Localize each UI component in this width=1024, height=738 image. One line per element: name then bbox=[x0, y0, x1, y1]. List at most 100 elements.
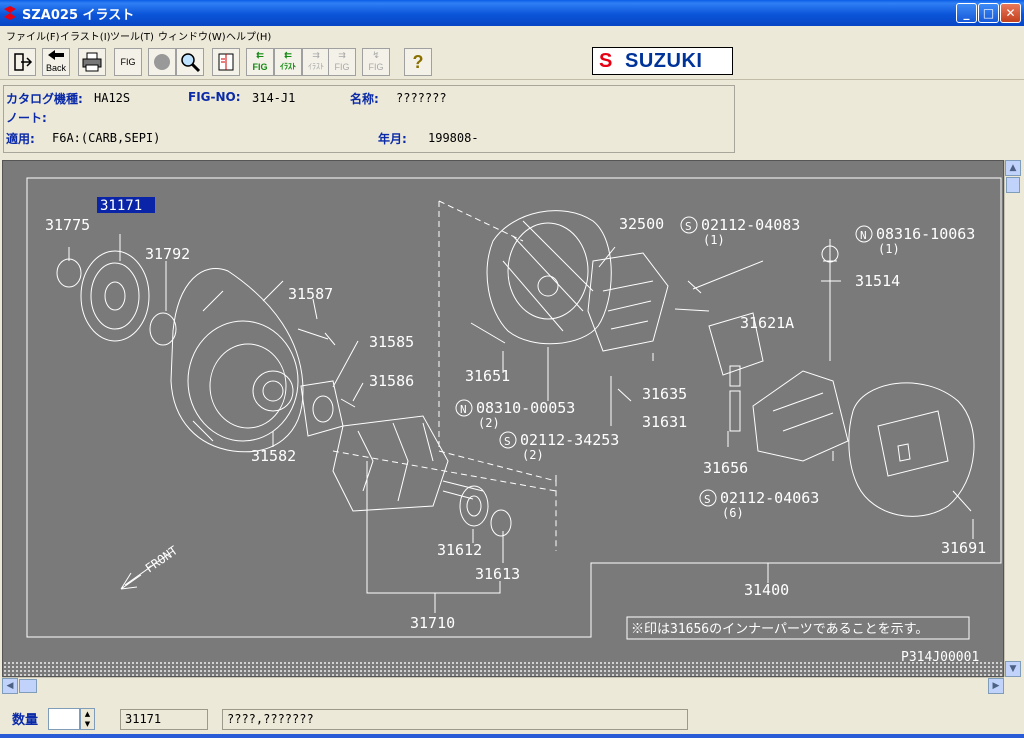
part-name-field: ????,??????? bbox=[222, 709, 688, 730]
part-31656-label[interactable]: 31656 bbox=[703, 459, 748, 477]
bolt-02112-34253 bbox=[617, 388, 632, 402]
fig-next-label: FIG bbox=[334, 62, 350, 72]
quantity-input[interactable] bbox=[48, 708, 80, 730]
print-button[interactable] bbox=[78, 48, 106, 76]
bolt-2-qty: (1) bbox=[878, 242, 900, 256]
fig-prev-label: FIG bbox=[252, 62, 268, 72]
date-value: 199808- bbox=[428, 131, 479, 145]
menu-help[interactable]: ヘルプ(H) bbox=[226, 28, 271, 43]
part-31613-label[interactable]: 31613 bbox=[475, 565, 520, 583]
s-mark-icon: S bbox=[685, 220, 692, 233]
spin-up-icon[interactable]: ▲ bbox=[81, 709, 94, 719]
zoom-button[interactable] bbox=[176, 48, 204, 76]
part-31691-label[interactable]: 31691 bbox=[941, 539, 986, 557]
bolt-2-label[interactable]: 08316-10063 bbox=[876, 225, 975, 243]
horizontal-scroll-thumb[interactable] bbox=[19, 679, 37, 693]
n-mark-icon: N bbox=[860, 229, 867, 242]
part-31775-label[interactable]: 31775 bbox=[45, 216, 90, 234]
scroll-down-button[interactable]: ▼ bbox=[1005, 661, 1021, 677]
fig-next-button[interactable]: ⇉ FIG bbox=[328, 48, 356, 76]
quantity-label: 数量 bbox=[12, 713, 39, 728]
catalog-value: HA12S bbox=[94, 91, 131, 105]
front-housing-drawing bbox=[170, 268, 304, 453]
part-number-field: 31171 bbox=[120, 709, 208, 730]
illust-next-label: ｲﾗｽﾄ bbox=[308, 62, 324, 71]
menu-file[interactable]: ファイル(F) bbox=[6, 28, 60, 43]
fig-jump-label: FIG bbox=[368, 62, 384, 72]
s-mark-icon: S bbox=[704, 493, 711, 506]
scroll-up-button[interactable]: ▲ bbox=[1005, 160, 1021, 176]
horizontal-scrollbar[interactable]: ◀ ▶ bbox=[2, 677, 1004, 694]
back-arrow-icon bbox=[48, 50, 64, 60]
catalog-info-panel: カタログ機種: HA12S FIG-NO: 314-J1 名称: ???????… bbox=[3, 85, 735, 153]
regulator-32500 bbox=[587, 252, 669, 352]
part-31585-label[interactable]: 31585 bbox=[369, 333, 414, 351]
quantity-stepper[interactable]: ▲ ▼ bbox=[80, 708, 95, 730]
scroll-right-button[interactable]: ▶ bbox=[988, 678, 1004, 694]
menu-illust[interactable]: イラスト(I) bbox=[60, 28, 111, 43]
right-arrow-icon: ⇉ bbox=[312, 50, 320, 60]
fig-button[interactable]: FIG bbox=[114, 48, 142, 76]
scroll-left-button[interactable]: ◀ bbox=[2, 678, 18, 694]
part-31582-label[interactable]: 31582 bbox=[251, 447, 296, 465]
part-31710-label[interactable]: 31710 bbox=[410, 614, 455, 632]
vertical-scrollbar[interactable]: ▲ ▼ bbox=[1004, 160, 1021, 677]
scroll-edge-pattern bbox=[3, 661, 1003, 676]
part-31651-label[interactable]: 31651 bbox=[465, 367, 510, 385]
pulley-drawing bbox=[56, 250, 177, 346]
bolt-3-label[interactable]: 08310-00053 bbox=[476, 399, 575, 417]
fig-no-value: 314-J1 bbox=[252, 91, 296, 105]
part-31514-label[interactable]: 31514 bbox=[855, 272, 900, 290]
part-31635-label[interactable]: 31635 bbox=[642, 385, 687, 403]
menu-tools[interactable]: ツール(T) bbox=[110, 28, 154, 43]
circle-button[interactable] bbox=[148, 48, 176, 76]
minimize-button[interactable]: _ bbox=[956, 3, 977, 23]
right-arrow-icon: ⇉ bbox=[338, 50, 346, 60]
bolt-5-label[interactable]: 02112-04063 bbox=[720, 489, 819, 507]
left-arrow-icon: ⇇ bbox=[284, 50, 292, 60]
note-text: ※印は31656のインナーパーツであることを示す。 bbox=[631, 622, 928, 637]
part-31586-label[interactable]: 31586 bbox=[369, 372, 414, 390]
vertical-scroll-thumb[interactable] bbox=[1006, 177, 1020, 193]
bolt-1-label[interactable]: 02112-04083 bbox=[701, 216, 800, 234]
note-button[interactable] bbox=[212, 48, 240, 76]
stud-31514 bbox=[823, 239, 837, 361]
maximize-button[interactable]: □ bbox=[978, 3, 999, 23]
illust-prev-button[interactable]: ⇇ ｲﾗｽﾄ bbox=[274, 48, 302, 76]
brush-31631 bbox=[729, 390, 741, 432]
fig-jump-button[interactable]: ↯ FIG bbox=[362, 48, 390, 76]
part-31400-label[interactable]: 31400 bbox=[744, 581, 789, 599]
bolt-31651 bbox=[470, 322, 506, 344]
menu-window[interactable]: ウィンドウ(W) bbox=[158, 28, 226, 43]
help-button[interactable]: ? bbox=[404, 48, 432, 76]
left-arrow-icon: ⇇ bbox=[256, 50, 264, 60]
fig-prev-button[interactable]: ⇇ FIG bbox=[246, 48, 274, 76]
rotor-drawing bbox=[332, 415, 512, 537]
back-label: Back bbox=[45, 63, 66, 73]
part-31587-label[interactable]: 31587 bbox=[288, 285, 333, 303]
illust-next-button[interactable]: ⇉ ｲﾗｽﾄ bbox=[302, 48, 330, 76]
bolt-4-label[interactable]: 02112-34253 bbox=[520, 431, 619, 449]
s-mark-icon: S bbox=[504, 435, 511, 448]
exit-button[interactable] bbox=[8, 48, 36, 76]
app-window: SZA025 イラスト _ □ ✕ ファイル(F) イラスト(I) ツール(T)… bbox=[0, 0, 1024, 738]
bolt-31587 bbox=[297, 328, 336, 346]
part-31621A-label[interactable]: 31621A bbox=[740, 314, 794, 332]
app-icon bbox=[4, 6, 16, 20]
toolbar: Back FIG ⇇ FIG ⇇ ｲﾗｽﾄ ⇉ ｲﾗｽﾄ ⇉ FIG ↯ FIG… bbox=[0, 44, 1024, 80]
close-button[interactable]: ✕ bbox=[1000, 3, 1021, 23]
part-31631-label[interactable]: 31631 bbox=[642, 413, 687, 431]
window-title: SZA025 イラスト bbox=[22, 8, 135, 23]
illustration-view[interactable]: 31171 31775 31792 31587 31585 31586 3158… bbox=[2, 160, 1004, 677]
spin-down-icon[interactable]: ▼ bbox=[81, 719, 94, 729]
title-bar: SZA025 イラスト _ □ ✕ bbox=[0, 0, 1024, 26]
part-31612-label[interactable]: 31612 bbox=[437, 541, 482, 559]
part-31171-label[interactable]: 31171 bbox=[100, 198, 142, 214]
back-button[interactable]: Back bbox=[42, 48, 70, 76]
part-31792-label[interactable]: 31792 bbox=[145, 245, 190, 263]
exit-icon bbox=[14, 53, 33, 71]
part-32500-label[interactable]: 32500 bbox=[619, 215, 664, 233]
n-mark-icon: N bbox=[460, 403, 467, 416]
taskbar-edge bbox=[0, 734, 1024, 738]
bolt-5-qty: (6) bbox=[722, 506, 744, 520]
